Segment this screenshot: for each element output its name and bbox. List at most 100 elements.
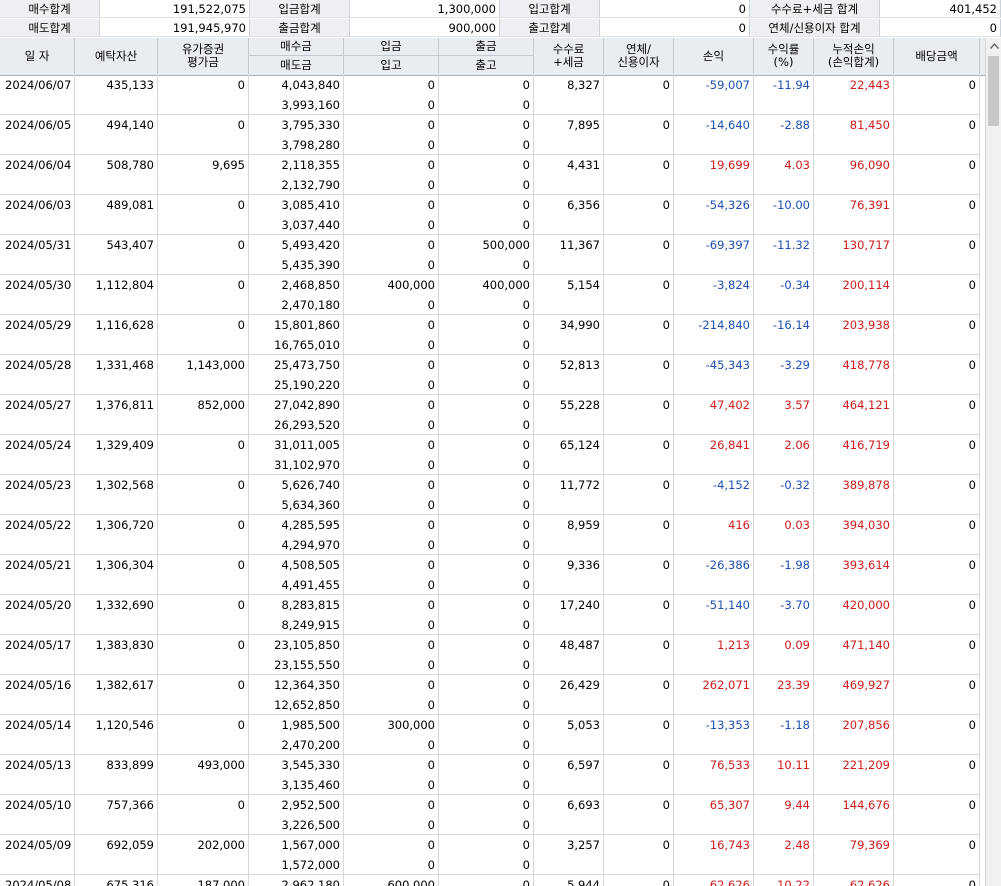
table-row[interactable]: 2024/05/22 1,306,720 0 4,285,595 4,294,970 0 0… [0, 515, 985, 555]
cell-interest: 0 [604, 555, 674, 595]
cell-out-stock: 0 [439, 735, 534, 755]
header-in-stock[interactable]: 입고 [344, 56, 439, 74]
cell-in-stock: 0 [344, 615, 439, 635]
cell-buy: 3,545,330 [249, 755, 344, 775]
header-out-money[interactable]: 출금 [439, 38, 534, 56]
transaction-grid[interactable]: 일 자 예탁자산 유가증권 평가금 매수금 매도금 입금 입고 출금 출고 수수… [0, 38, 985, 886]
header-pnl[interactable]: 손익 [674, 38, 754, 74]
cell-date: 2024/05/27 [0, 395, 75, 435]
cell-out-money: 0 [439, 395, 534, 415]
header-out-stock[interactable]: 출고 [439, 56, 534, 74]
cell-securities: 0 [158, 515, 249, 555]
table-row[interactable]: 2024/05/08675,316187,0002,962,1802,843,7… [0, 875, 985, 886]
cell-deposit: 508,780 [75, 155, 158, 195]
cell-out-stock: 0 [439, 135, 534, 155]
header-fee[interactable]: 수수료 +세금 [534, 38, 604, 74]
table-row[interactable]: 2024/05/29 1,116,628 0 15,801,860 16,765,010… [0, 315, 985, 355]
cell-dividend: 0 [894, 595, 980, 635]
header-deposit[interactable]: 예탁자산 [75, 38, 158, 74]
cell-buy: 5,493,420 [249, 235, 344, 255]
cell-date: 2024/05/14 [0, 715, 75, 755]
table-row[interactable]: 2024/05/28 1,331,468 1,143,000 25,473,750 25… [0, 355, 985, 395]
cell-in-money: 0 [344, 835, 439, 855]
cell-fee: 48,487 [534, 635, 604, 675]
cell-buy: 15,801,860 [249, 315, 344, 335]
cell-interest: 0 [604, 475, 674, 515]
table-row[interactable]: 2024/06/05 494,140 0 3,795,330 3,798,280 0 0 0 0… [0, 115, 985, 155]
cell-out-stock: 0 [439, 375, 534, 395]
summary-label: 입고합계 [500, 0, 600, 18]
cell-sell: 2,132,790 [249, 175, 344, 195]
cell-interest: 0 [604, 795, 674, 835]
cell-out-money: 0 [439, 875, 534, 886]
cell-securities: 0 [158, 275, 249, 315]
cell-deposit: 757,366 [75, 795, 158, 835]
table-row[interactable]: 2024/05/10 757,366 0 2,952,500 3,226,500 0 0 0 0… [0, 795, 985, 835]
table-row[interactable]: 2024/05/09 692,059 202,000 1,567,000 1,572,0… [0, 835, 985, 875]
header-interest[interactable]: 연체/ 신용이자 [604, 38, 674, 74]
cell-buy: 31,011,005 [249, 435, 344, 455]
table-row[interactable]: 2024/05/17 1,383,830 0 23,105,850 23,155,550… [0, 635, 985, 675]
cell-rate: -3.29 [754, 355, 814, 395]
cell-rate: 2.06 [754, 435, 814, 475]
table-row[interactable]: 2024/05/16 1,382,617 0 12,364,350 12,652,850… [0, 675, 985, 715]
table-row[interactable]: 2024/05/14 1,120,546 0 1,985,500 2,470,200 30… [0, 715, 985, 755]
cell-out-stock: 0 [439, 535, 534, 555]
cell-pnl: 262,071 [674, 675, 754, 715]
cell-sell: 5,634,360 [249, 495, 344, 515]
cell-dividend: 0 [894, 355, 980, 395]
table-row[interactable]: 2024/06/03 489,081 0 3,085,410 3,037,440 0 0 0 0… [0, 195, 985, 235]
cell-cumulative: 420,000 [814, 595, 894, 635]
cell-interest: 0 [604, 235, 674, 275]
cell-buy: 4,043,840 [249, 75, 344, 95]
cell-fee: 3,257 [534, 835, 604, 875]
cell-in-stock: 0 [344, 335, 439, 355]
table-row[interactable]: 2024/05/21 1,306,304 0 4,508,505 4,491,455 0 0… [0, 555, 985, 595]
table-row[interactable]: 2024/06/04 508,780 9,695 2,118,355 2,132,790… [0, 155, 985, 195]
cell-buy: 3,085,410 [249, 195, 344, 215]
cell-securities: 0 [158, 235, 249, 275]
table-row[interactable]: 2024/05/27 1,376,811 852,000 27,042,890 26,2… [0, 395, 985, 435]
table-row[interactable]: 2024/05/24 1,329,409 0 31,011,005 31,102,970… [0, 435, 985, 475]
scrollbar-thumb[interactable] [988, 56, 999, 126]
header-in-money[interactable]: 입금 [344, 38, 439, 56]
cell-date: 2024/05/31 [0, 235, 75, 275]
header-buy[interactable]: 매수금 [249, 38, 344, 56]
cell-date: 2024/06/03 [0, 195, 75, 235]
table-row[interactable]: 2024/05/23 1,302,568 0 5,626,740 5,634,360 0 0… [0, 475, 985, 515]
header-rate[interactable]: 수익률 (%) [754, 38, 814, 74]
cell-in-money: 0 [344, 595, 439, 615]
cell-in-stock: 0 [344, 95, 439, 115]
cell-fee: 6,597 [534, 755, 604, 795]
cell-pnl: 47,402 [674, 395, 754, 435]
table-row[interactable]: 2024/05/13 833,899 493,000 3,545,330 3,135,4… [0, 755, 985, 795]
cell-sell: 5,435,390 [249, 255, 344, 275]
cell-out-money: 0 [439, 795, 534, 815]
cell-in-stock: 0 [344, 375, 439, 395]
cell-sell: 3,037,440 [249, 215, 344, 235]
cell-out-money: 0 [439, 115, 534, 135]
cell-out-stock: 0 [439, 695, 534, 715]
cell-in-money: 400,000 [344, 275, 439, 295]
cell-rate: -0.34 [754, 275, 814, 315]
cell-sell: 23,155,550 [249, 655, 344, 675]
header-securities[interactable]: 유가증권 평가금 [158, 38, 249, 74]
header-sell[interactable]: 매도금 [249, 56, 344, 74]
table-row[interactable]: 2024/06/07 435,133 0 4,043,840 3,993,160 0 0 0 0… [0, 75, 985, 115]
table-row[interactable]: 2024/05/31 543,407 0 5,493,420 5,435,390 0 0 50… [0, 235, 985, 275]
cell-securities: 0 [158, 315, 249, 355]
header-date[interactable]: 일 자 [0, 38, 75, 74]
cell-rate: -10.00 [754, 195, 814, 235]
cell-securities: 1,143,000 [158, 355, 249, 395]
cell-dividend: 0 [894, 795, 980, 835]
header-cumulative[interactable]: 누적손익 (손익합계) [814, 38, 894, 74]
cell-cumulative: 130,717 [814, 235, 894, 275]
table-row[interactable]: 2024/05/20 1,332,690 0 8,283,815 8,249,915 0 0… [0, 595, 985, 635]
chevron-up-icon[interactable] [986, 38, 1001, 54]
table-row[interactable]: 2024/05/30 1,112,804 0 2,468,850 2,470,180 40… [0, 275, 985, 315]
cell-out-money: 0 [439, 75, 534, 95]
cell-securities: 0 [158, 635, 249, 675]
vertical-scrollbar[interactable] [985, 38, 1001, 886]
header-dividend[interactable]: 배당금액 [894, 38, 980, 74]
cell-securities: 0 [158, 715, 249, 755]
